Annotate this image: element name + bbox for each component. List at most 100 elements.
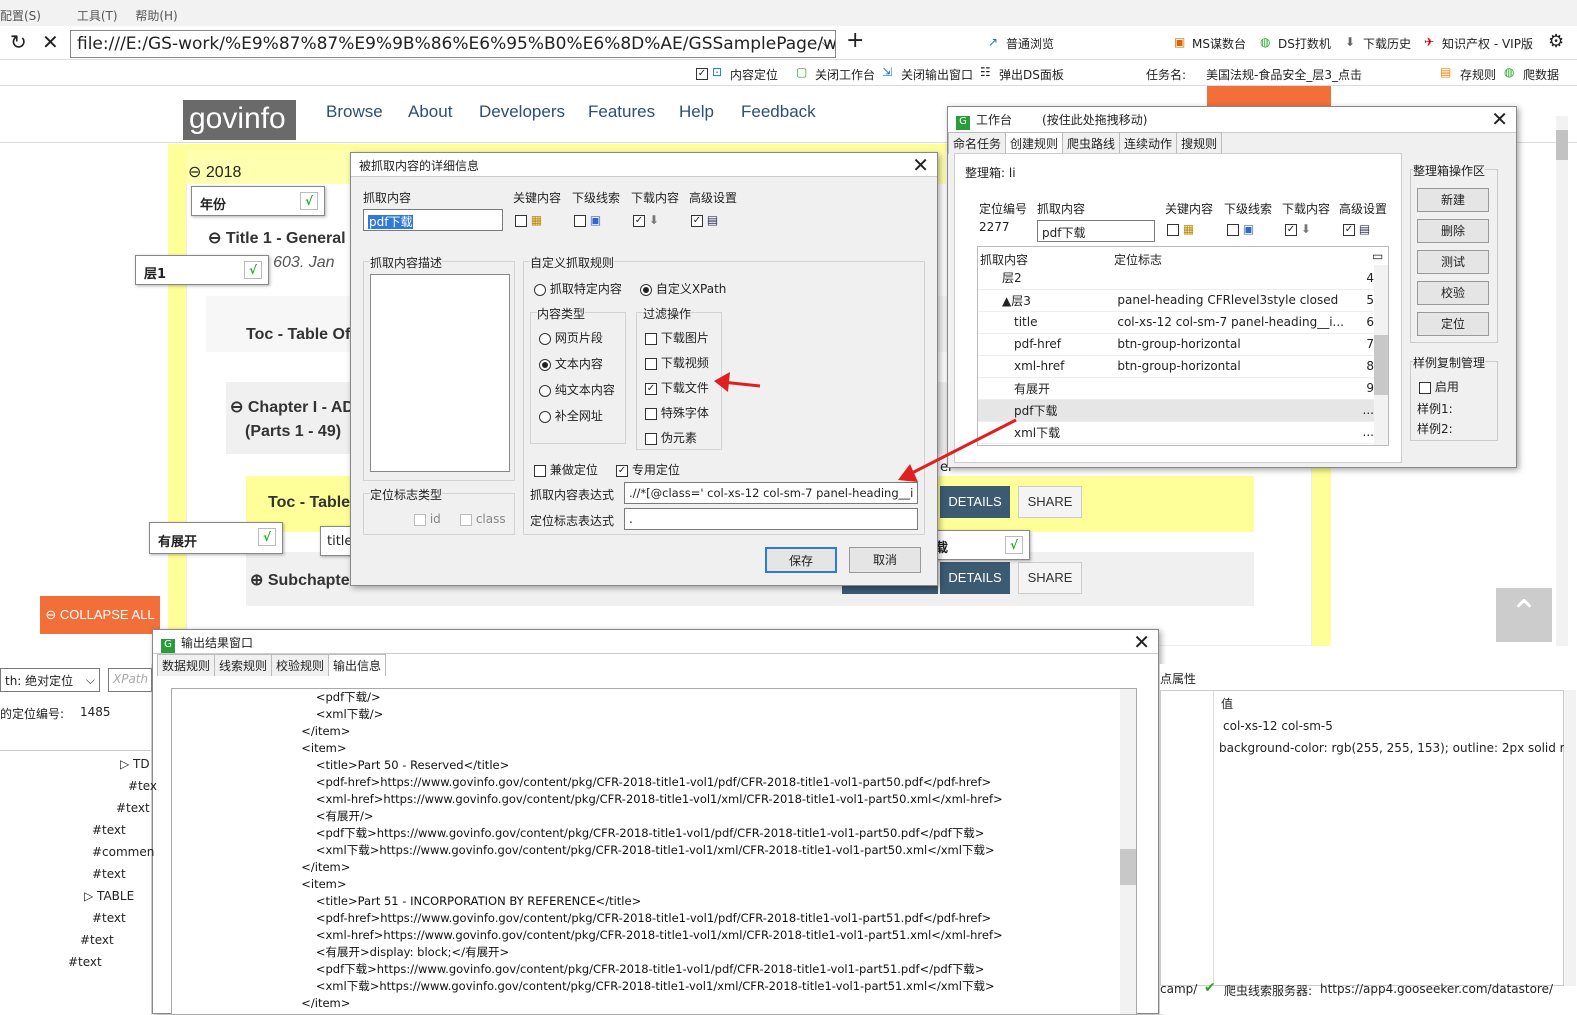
specific-radio[interactable]: 抓取特定内容 <box>534 280 622 297</box>
rule-row[interactable]: title col-xs-12 col-sm-7 panel-heading__i… <box>978 311 1374 334</box>
tab-create-rule[interactable]: 创建规则 <box>1005 132 1064 154</box>
cancel-button[interactable]: 取消 <box>849 547 921 573</box>
advanced-checkbox[interactable]: ✓ ▤ <box>1343 222 1370 236</box>
enable-checkbox[interactable]: 启用 <box>1419 378 1459 395</box>
title1-heading[interactable]: ⊖ Title 1 - General P <box>208 228 361 248</box>
save-rule-button[interactable]: 存规则 <box>1460 66 1496 83</box>
dom-node[interactable]: #tex <box>128 779 157 793</box>
toc2-label[interactable]: Toc - Table <box>268 494 350 512</box>
workbench-titlebar[interactable]: G 工作台 (按住此处拖拽移动) ✕ <box>948 107 1516 133</box>
desc-textarea[interactable] <box>370 274 510 472</box>
dom-node[interactable]: ▷ TD <box>120 757 150 771</box>
tag-download-fragment[interactable]: 载 √ <box>926 530 1030 560</box>
advanced-checkbox[interactable]: ✓ ▤ <box>691 213 718 227</box>
id-checkbox[interactable]: id <box>414 512 441 526</box>
stop-icon[interactable]: ✕ <box>42 30 59 54</box>
rule-row[interactable]: 有展开 9 <box>978 377 1374 400</box>
rule-row[interactable]: xml-href btn-group-horizontal 8 <box>978 355 1374 378</box>
rule-row[interactable]: 层2 4 <box>978 267 1374 290</box>
gear-icon[interactable]: ⚙ <box>1548 31 1564 52</box>
refresh-icon[interactable]: ↻ <box>10 30 27 54</box>
rule-row[interactable]: pdf下载... <box>978 399 1374 422</box>
tab-crawler-route[interactable]: 爬虫路线 <box>1062 132 1121 154</box>
locate-label[interactable]: 内容定位 <box>730 66 778 83</box>
nav-browse[interactable]: Browse <box>326 102 383 122</box>
tab-clue-rules[interactable]: 线索规则 <box>214 654 273 676</box>
subchapter-heading[interactable]: ⊕ Subchapte <box>250 570 350 590</box>
marker-expr-input[interactable]: . <box>624 508 918 530</box>
tab-name-task[interactable]: 命名任务 <box>948 132 1007 154</box>
delete-button[interactable]: 删除 <box>1417 219 1489 243</box>
year-heading[interactable]: ⊖ 2018 <box>188 162 241 182</box>
field-input[interactable]: pdf下载 <box>1037 220 1155 242</box>
dom-node[interactable]: #text <box>80 933 114 947</box>
rule-row[interactable]: ▲层3 panel-heading CFRlevel3style closed 5 <box>978 289 1374 312</box>
tab-data-rules[interactable]: 数据规则 <box>157 654 216 676</box>
tab-verify-rules[interactable]: 校验规则 <box>271 654 330 676</box>
xpath-input[interactable]: XPath <box>108 668 152 692</box>
dom-node[interactable]: #text <box>116 801 150 815</box>
download-checkbox[interactable]: ✓ ⬇ <box>633 213 659 227</box>
site-logo[interactable]: govinfo <box>183 100 296 140</box>
tag-layer1-check[interactable]: √ <box>244 261 262 279</box>
close-icon[interactable]: ✕ <box>1133 630 1150 654</box>
test-button[interactable]: 测试 <box>1417 250 1489 274</box>
locate-checkbox[interactable]: ✓ <box>696 66 708 80</box>
detail-titlebar[interactable]: 被抓取内容的详细信息 ✕ <box>351 153 937 177</box>
attr-value-2[interactable]: background-color: rgb(255, 255, 153); ou… <box>1219 741 1575 755</box>
tag-download-check[interactable]: √ <box>1005 536 1023 554</box>
ms-button[interactable]: MS谋数台 <box>1192 35 1246 52</box>
new-button[interactable]: 新建 <box>1417 188 1489 212</box>
save-button[interactable]: 保存 <box>765 547 837 573</box>
chapter1-heading[interactable]: ⊖ Chapter I - AD <box>230 397 354 417</box>
output-text-area[interactable]: <pdf下载/> <xml下载/> </item> <item> <title>… <box>171 688 1137 1015</box>
ds-button[interactable]: DS打数机 <box>1278 35 1331 52</box>
tab-search-rule[interactable]: 搜规则 <box>1176 132 1223 154</box>
menu-config[interactable]: 配置(S) <box>0 7 41 24</box>
nav-feedback[interactable]: Feedback <box>741 102 816 122</box>
type-radio-fragment[interactable]: 网页片段 <box>539 329 603 346</box>
type-radio-text[interactable]: 文本内容 <box>539 355 603 372</box>
dom-node[interactable]: #text <box>92 911 126 925</box>
close-icon[interactable]: ✕ <box>912 153 929 177</box>
server-url[interactable]: https://app4.gooseeker.com/datastore/ <box>1320 982 1553 996</box>
nav-developers[interactable]: Developers <box>479 102 565 122</box>
type-radio-plaintext[interactable]: 纯文本内容 <box>539 381 615 398</box>
close-workbench-button[interactable]: 关闭工作台 <box>815 66 875 83</box>
dom-node[interactable]: #text <box>92 823 126 837</box>
dedicated-locate-checkbox[interactable]: ✓ 专用定位 <box>616 461 680 478</box>
collapse-all-button[interactable]: ⊖ COLLAPSE ALL <box>40 596 160 634</box>
attr-value-1[interactable]: col-xs-12 col-sm-5 <box>1223 719 1333 733</box>
crawl-data-button[interactable]: 爬数据 <box>1523 66 1559 83</box>
close-icon[interactable]: ✕ <box>1491 107 1508 131</box>
page-scrollbar[interactable] <box>1556 116 1568 646</box>
dom-node[interactable]: ▷ TABLE <box>84 889 134 903</box>
url-input[interactable]: file:///E:/GS-work/%E9%87%87%E9%9B%86%E6… <box>70 30 836 58</box>
tag-year-check[interactable]: √ <box>300 192 318 210</box>
dom-node[interactable]: #text <box>68 955 102 969</box>
back-to-top-button[interactable]: ⌃ <box>1496 588 1552 642</box>
nav-features[interactable]: Features <box>588 102 655 122</box>
grid-scrollbar[interactable] <box>1374 265 1388 445</box>
key-content-checkbox[interactable]: ▦ <box>1167 222 1194 236</box>
share-button-1[interactable]: SHARE <box>1018 486 1082 518</box>
download-history-button[interactable]: 下载历史 <box>1363 35 1411 52</box>
tag-expand-check[interactable]: √ <box>258 528 276 546</box>
nav-help[interactable]: Help <box>679 102 714 122</box>
filter-file-checkbox[interactable]: ✓ 下载文件 <box>645 379 709 396</box>
details-button-1[interactable]: DETAILS <box>940 486 1010 518</box>
output-scrollbar[interactable] <box>1120 689 1136 1014</box>
filter-image-checkbox[interactable]: 下载图片 <box>645 329 709 346</box>
locate-button[interactable]: 定位 <box>1417 312 1489 336</box>
tab-continuous-action[interactable]: 连续动作 <box>1119 132 1178 154</box>
type-radio-fullurl[interactable]: 补全网址 <box>539 407 603 424</box>
filter-video-checkbox[interactable]: 下载视频 <box>645 354 709 371</box>
rule-row[interactable]: pdf-href btn-group-horizontal 7 <box>978 333 1374 356</box>
pop-ds-button[interactable]: 弹出DS面板 <box>999 66 1064 83</box>
xpath-mode-select[interactable]: th: 绝对定位 ⌵ <box>0 668 100 692</box>
vip-button[interactable]: 知识产权 - VIP版 <box>1442 35 1533 52</box>
next-clue-checkbox[interactable]: ▣ <box>1227 222 1254 236</box>
output-titlebar[interactable]: G 输出结果窗口 ✕ <box>153 630 1158 654</box>
verify-button[interactable]: 校验 <box>1417 281 1489 305</box>
field-input[interactable]: pdf下载 <box>363 209 503 231</box>
